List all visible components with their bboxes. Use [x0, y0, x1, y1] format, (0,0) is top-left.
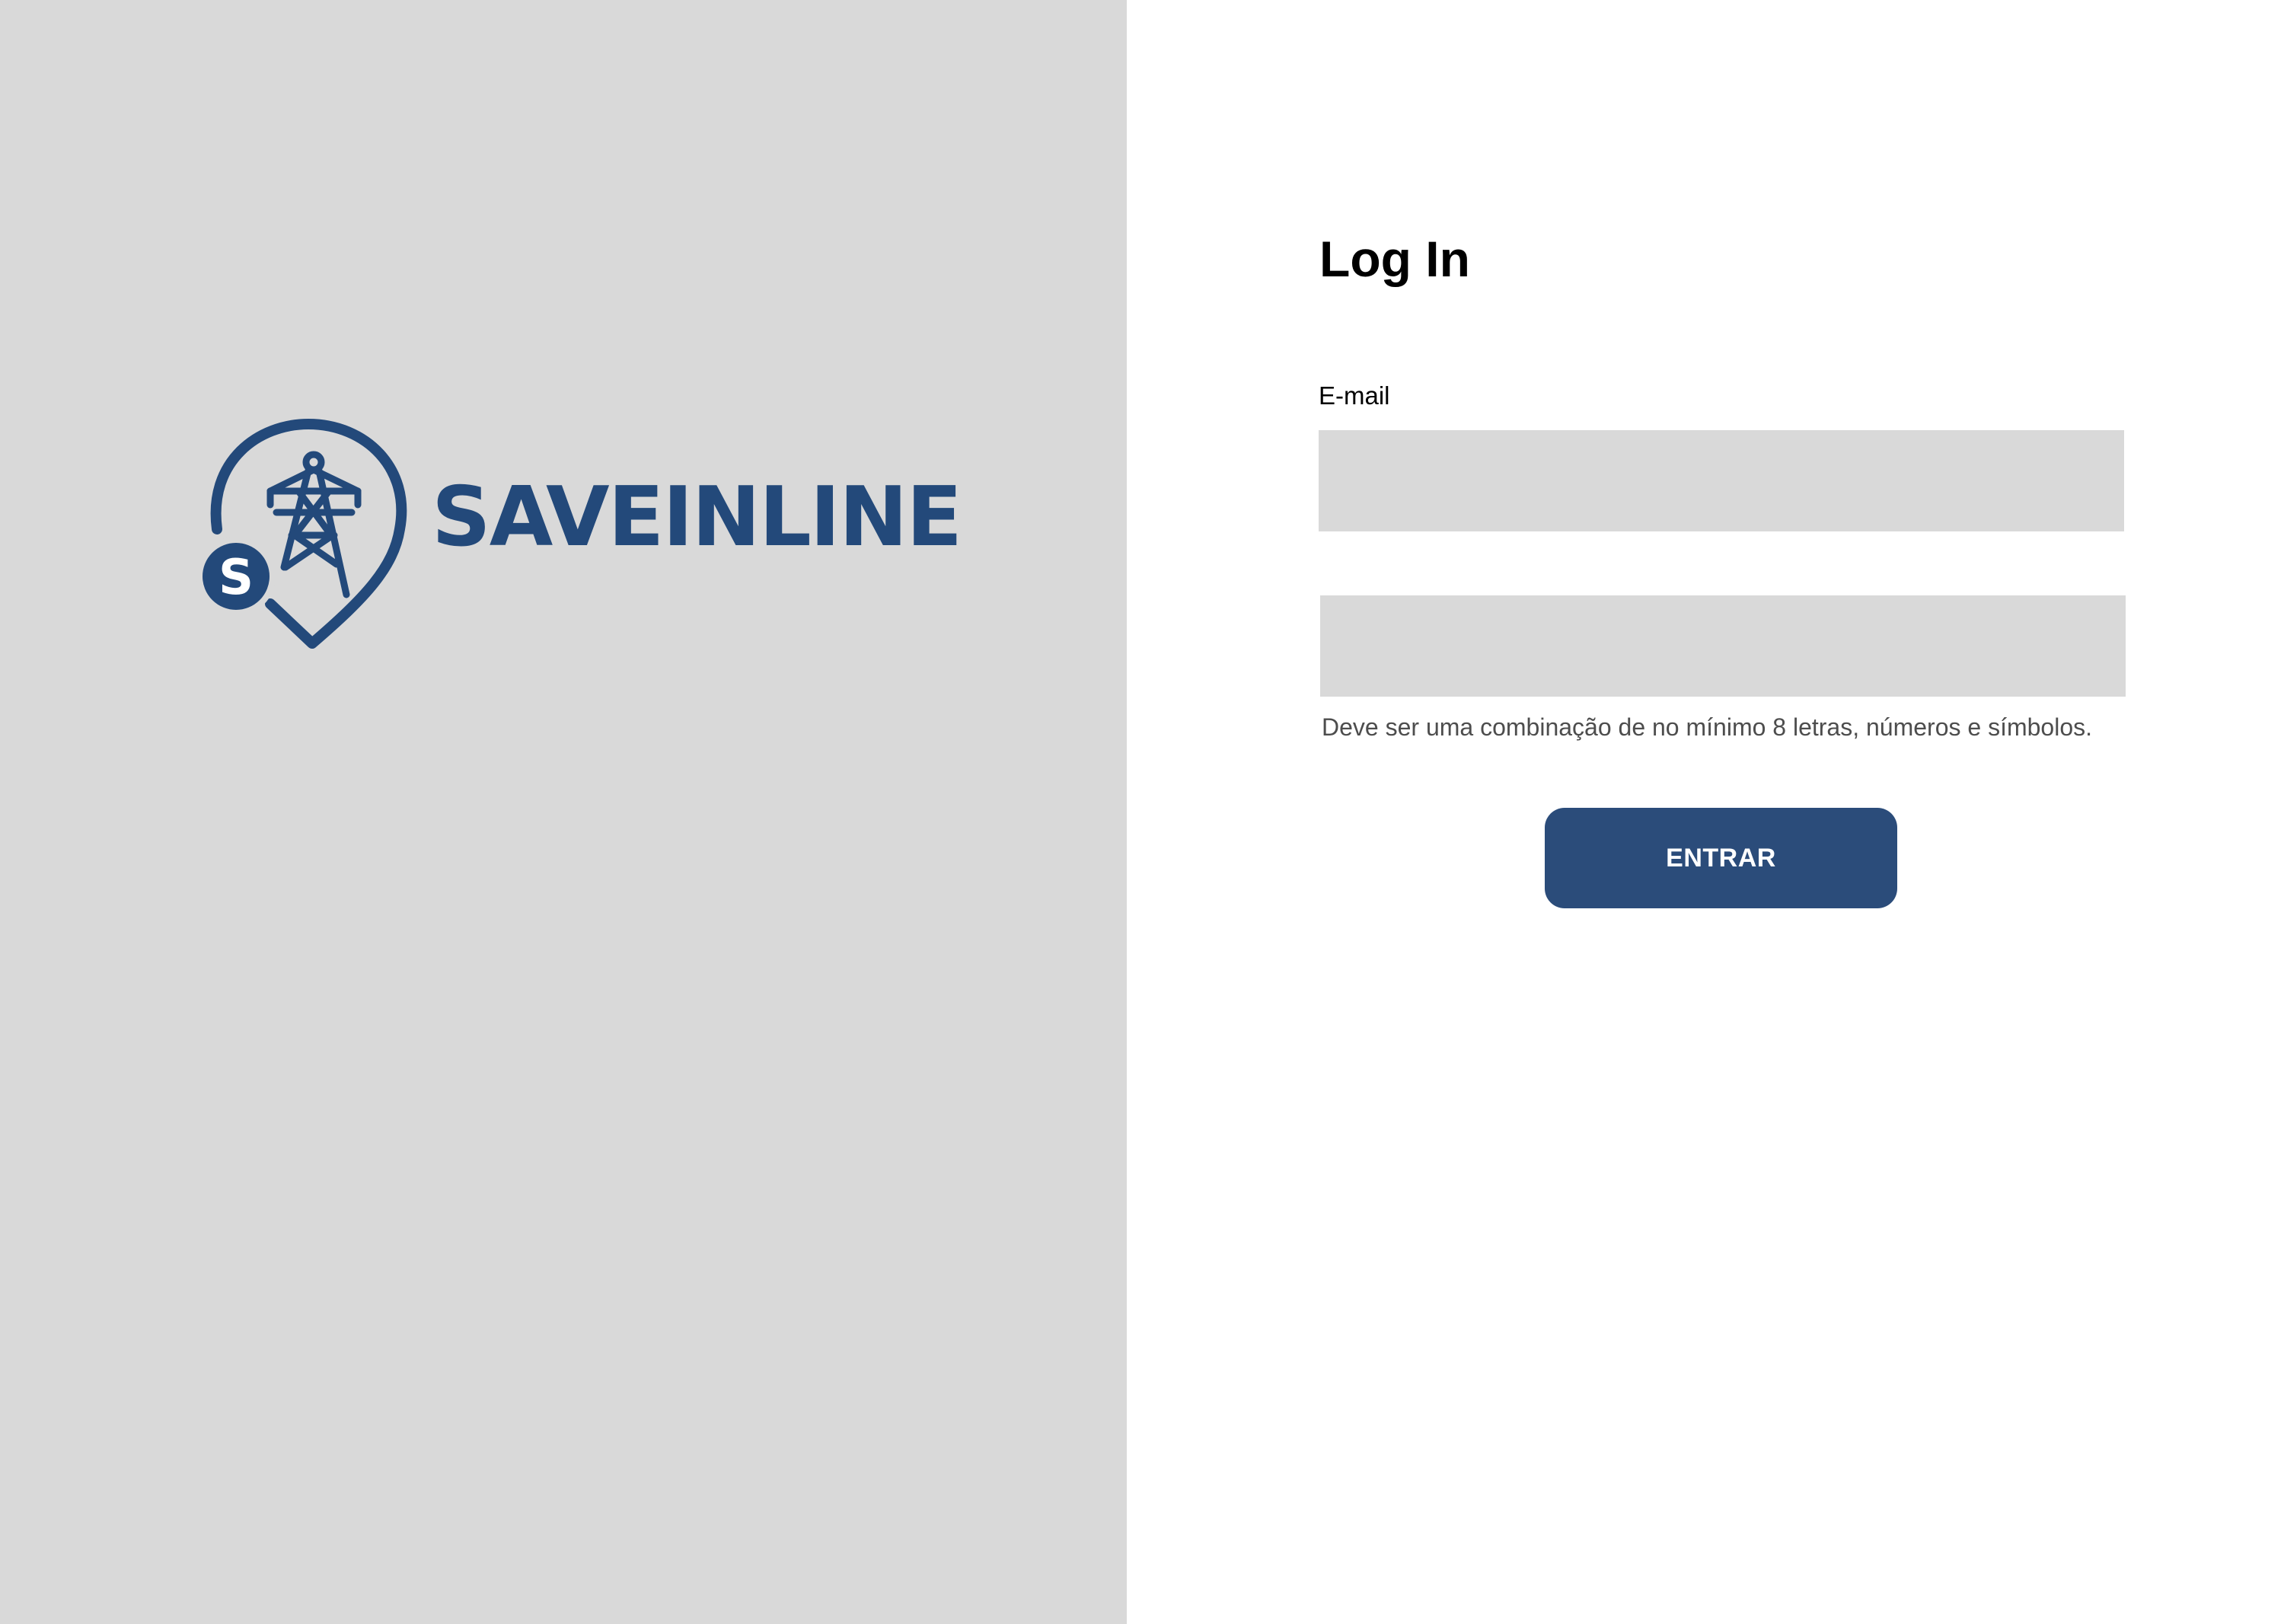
submit-button[interactable]: ENTRAR [1545, 808, 1897, 908]
login-page: S SAVEINLINE Log In E-mail Deve ser uma … [0, 0, 2284, 1624]
brand-name: SAVEINLINE [432, 470, 962, 565]
email-field[interactable] [1319, 430, 2124, 531]
password-field[interactable] [1320, 595, 2126, 697]
brand-logo: S SAVEINLINE [194, 415, 962, 655]
brand-panel: S SAVEINLINE [0, 0, 1127, 1624]
email-label: E-mail [1319, 381, 1390, 410]
login-panel: Log In E-mail Deve ser uma combinação de… [1127, 0, 2284, 1624]
pin-tower-coin-icon: S [196, 419, 407, 649]
coin-letter: S [219, 550, 254, 606]
password-hint: Deve ser uma combinação de no mínimo 8 l… [1322, 713, 2093, 741]
page-title: Log In [1319, 231, 1470, 287]
